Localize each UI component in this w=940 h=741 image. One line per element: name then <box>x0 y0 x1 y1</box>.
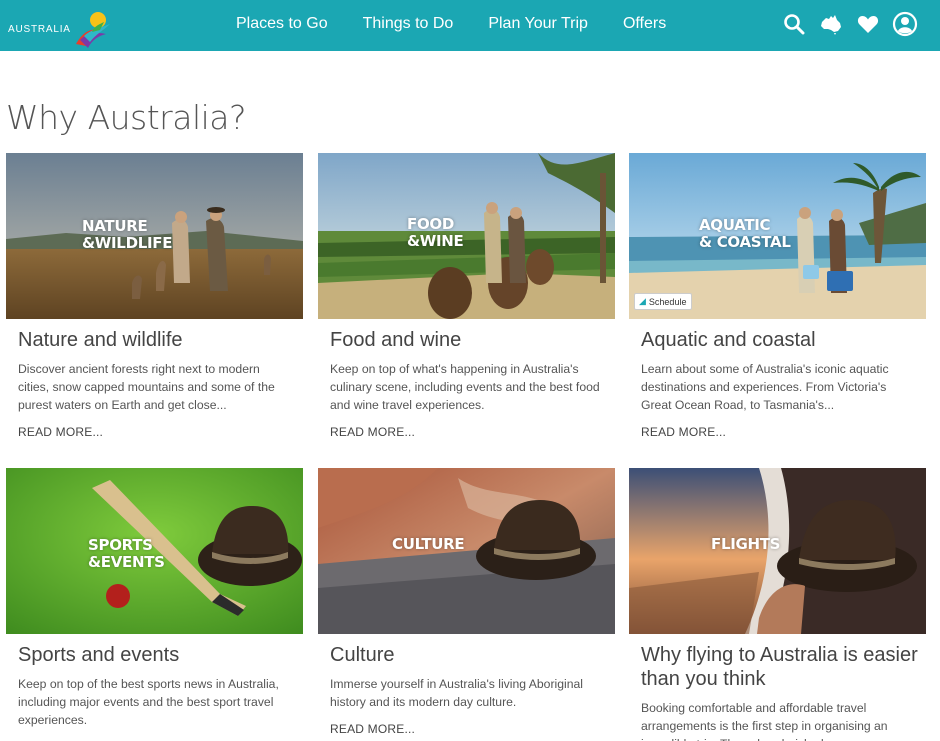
card-title[interactable]: Aquatic and coastal <box>641 328 926 352</box>
card-aquatic-and-coastal[interactable]: AQUATIC & COASTAL ◢ Schedule Aquatic and… <box>629 153 926 439</box>
card-description: Keep on top of the best sports news in A… <box>18 677 279 727</box>
card-description: Discover ancient forests right next to m… <box>18 362 275 412</box>
schedule-badge[interactable]: ◢ Schedule <box>634 293 693 310</box>
card-culture[interactable]: CULTURE Culture Immerse yourself in Aust… <box>318 468 615 736</box>
card-description: Keep on top of what's happening in Austr… <box>330 362 600 412</box>
schedule-icon: ◢ <box>639 296 646 306</box>
rock-art-photo <box>318 468 615 634</box>
search-icon[interactable] <box>781 11 807 37</box>
nav-plan-your-trip[interactable]: Plan Your Trip <box>488 14 588 34</box>
card-description: Learn about some of Australia's iconic a… <box>641 362 889 412</box>
kangaroo-logo-icon <box>76 12 110 48</box>
card-image-label: FOOD &WINE <box>407 215 464 250</box>
card-title[interactable]: Food and wine <box>330 328 615 352</box>
card-image[interactable]: SPORTS &EVENTS <box>6 468 303 634</box>
card-image-label: CULTURE <box>392 535 465 553</box>
card-image[interactable]: FLIGHTS <box>629 468 926 634</box>
card-image-label: SPORTS &EVENTS <box>88 536 165 571</box>
card-image[interactable]: FOOD &WINE <box>318 153 615 319</box>
card-title[interactable]: Culture <box>330 643 615 667</box>
card-image-label: NATURE &WILDLIFE <box>82 217 173 252</box>
header-actions <box>770 11 918 37</box>
nav-things-to-do[interactable]: Things to Do <box>363 14 454 34</box>
card-image-label: AQUATIC & COASTAL <box>699 216 791 251</box>
read-more-link[interactable]: READ MORE... <box>330 722 615 736</box>
nav-offers[interactable]: Offers <box>623 14 666 34</box>
card-title[interactable]: Sports and events <box>18 643 303 667</box>
card-sports-and-events[interactable]: SPORTS &EVENTS Sports and events Keep on… <box>6 468 303 729</box>
card-title[interactable]: Nature and wildlife <box>18 328 303 352</box>
card-image[interactable]: CULTURE <box>318 468 615 634</box>
card-flights[interactable]: FLIGHTS Why flying to Australia is easie… <box>629 468 926 741</box>
page-title: Why Australia? <box>6 98 247 137</box>
top-navigation-bar: AUSTRALIA Places to Go Things to Do Plan… <box>0 0 940 51</box>
read-more-link[interactable]: READ MORE... <box>641 425 926 439</box>
heart-icon[interactable] <box>855 11 881 37</box>
card-title[interactable]: Why flying to Australia is easier than y… <box>641 643 926 691</box>
main-nav: Places to Go Things to Do Plan Your Trip… <box>236 14 701 34</box>
read-more-link[interactable]: READ MORE... <box>18 425 303 439</box>
card-description: Booking comfortable and affordable trave… <box>641 701 888 741</box>
schedule-badge-label: Schedule <box>648 296 687 307</box>
card-image-label: FLIGHTS <box>711 535 781 553</box>
card-description: Immerse yourself in Australia's living A… <box>330 677 583 709</box>
nav-places-to-go[interactable]: Places to Go <box>236 14 328 34</box>
card-image[interactable]: AQUATIC & COASTAL ◢ Schedule <box>629 153 926 319</box>
australia-logo[interactable]: AUSTRALIA <box>4 6 114 48</box>
card-image[interactable]: NATURE &WILDLIFE <box>6 153 303 319</box>
card-food-and-wine[interactable]: FOOD &WINE Food and wine Keep on top of … <box>318 153 615 439</box>
card-nature-and-wildlife[interactable]: NATURE &WILDLIFE Nature and wildlife Dis… <box>6 153 303 439</box>
read-more-link[interactable]: READ MORE... <box>330 425 615 439</box>
brand-name: AUSTRALIA <box>8 24 71 35</box>
user-icon[interactable] <box>892 11 918 37</box>
australia-map-icon[interactable] <box>818 11 844 37</box>
vineyard-photo <box>318 153 615 319</box>
